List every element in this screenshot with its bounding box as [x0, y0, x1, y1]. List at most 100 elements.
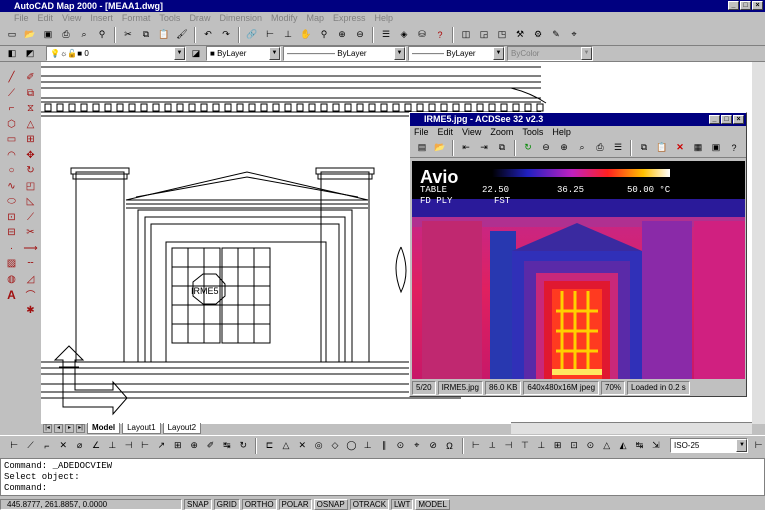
circle-icon[interactable]: ○ — [2, 163, 21, 179]
chamfer-icon[interactable]: ◿ — [21, 272, 40, 288]
osnap-perpendicular-icon[interactable]: ⊥ — [362, 438, 374, 454]
properties-icon[interactable]: ☰ — [378, 27, 394, 43]
last-tab-icon[interactable]: ▸| — [76, 423, 85, 433]
database-icon[interactable]: ⛁ — [414, 27, 430, 43]
model-toggle[interactable]: MODEL — [415, 498, 450, 510]
print-icon[interactable]: ⎙ — [58, 27, 74, 43]
menu-insert[interactable]: Insert — [90, 13, 113, 23]
aligned-dim-icon[interactable]: ⟋ — [24, 438, 36, 454]
make-current-icon[interactable]: ◪ — [188, 46, 204, 62]
pline-icon[interactable]: ⌐ — [2, 101, 21, 117]
zoom-fit-icon[interactable]: ⌕ — [574, 140, 590, 156]
ordinate-dim-icon[interactable]: ⌐ — [41, 438, 53, 454]
rotate-icon[interactable]: ↻ — [21, 163, 40, 179]
acdsee-close-button[interactable]: × — [733, 115, 744, 124]
ucs-icon[interactable]: ⊥ — [280, 27, 296, 43]
osnap-intersection-icon[interactable]: ✕ — [296, 438, 308, 454]
baseline-dim-icon[interactable]: ⊣ — [123, 438, 135, 454]
paste-icon[interactable]: 📋 — [654, 140, 670, 156]
help-icon[interactable]: ? — [432, 27, 448, 43]
match-properties-icon[interactable]: 🖌 — [174, 27, 190, 43]
coordinates-readout[interactable]: 445.8777, 261.8857, 0.0000 — [0, 498, 182, 510]
leader-icon[interactable]: ↗ — [155, 438, 167, 454]
dim-tool-8-icon[interactable]: ⊙ — [584, 438, 596, 454]
extend-icon[interactable]: ⟶ — [21, 241, 40, 257]
tracking-icon[interactable]: ⊢ — [262, 27, 278, 43]
open-icon[interactable]: 📂 — [432, 140, 448, 156]
menu-file[interactable]: File — [14, 13, 29, 23]
osnap-endpoint-icon[interactable]: ⊏ — [263, 438, 275, 454]
polar-toggle[interactable]: POLAR — [278, 498, 312, 510]
map-tool-6-icon[interactable]: ✎ — [548, 27, 564, 43]
zoom-realtime-icon[interactable]: ⚲ — [316, 27, 332, 43]
osnap-midpoint-icon[interactable]: △ — [280, 438, 292, 454]
rectangle-icon[interactable]: ▭ — [2, 132, 21, 148]
map-tool-3-icon[interactable]: ◳ — [494, 27, 510, 43]
command-window[interactable]: Command: _ADEDOCVIEW Select object: Comm… — [0, 458, 765, 496]
wallpaper-icon[interactable]: ▦ — [690, 140, 706, 156]
close-button[interactable]: × — [752, 1, 763, 10]
stretch-icon[interactable]: ◺ — [21, 194, 40, 210]
osnap-center-icon[interactable]: ◎ — [312, 438, 324, 454]
dim-tool-9-icon[interactable]: △ — [601, 438, 613, 454]
slideshow-icon[interactable]: ▣ — [708, 140, 724, 156]
quick-dim-icon[interactable]: ⊥ — [106, 438, 118, 454]
full-screen-icon[interactable]: ⧉ — [494, 140, 510, 156]
acdsee-menu-zoom[interactable]: Zoom — [490, 126, 513, 138]
new-icon[interactable]: ▭ — [4, 27, 20, 43]
find-icon[interactable]: ⚲ — [94, 27, 110, 43]
command-prompt[interactable]: Command: — [4, 483, 761, 494]
dim-tool-3-icon[interactable]: ⊣ — [502, 438, 514, 454]
minimize-button[interactable]: _ — [728, 1, 739, 10]
otrack-toggle[interactable]: OTRACK — [349, 498, 390, 510]
hyperlink-icon[interactable]: 🔗 — [244, 27, 260, 43]
help-icon[interactable]: ? — [726, 140, 742, 156]
zoom-window-icon[interactable]: ⊕ — [334, 27, 350, 43]
menu-view[interactable]: View — [62, 13, 81, 23]
dim-tool-12-icon[interactable]: ⇲ — [650, 438, 662, 454]
radius-dim-icon[interactable]: ✕ — [57, 438, 69, 454]
horizontal-scrollbar[interactable] — [511, 422, 752, 434]
map-tool-4-icon[interactable]: ⚒ — [512, 27, 528, 43]
osnap-none-icon[interactable]: ⊘ — [427, 438, 439, 454]
region-icon[interactable]: ◍ — [2, 272, 21, 288]
pan-icon[interactable]: ✋ — [298, 27, 314, 43]
dim-tool-5-icon[interactable]: ⊥ — [535, 438, 547, 454]
copy-object-icon[interactable]: ⧉ — [21, 86, 40, 102]
hatch-icon[interactable]: ▨ — [2, 256, 21, 272]
dim-tool-11-icon[interactable]: ↹ — [633, 438, 645, 454]
scale-icon[interactable]: ◰ — [21, 179, 40, 195]
dimstyle-combo[interactable]: ISO-25 ▼ — [670, 438, 749, 453]
dimstyle-manager-icon[interactable]: ⊢ — [752, 438, 764, 454]
erase-icon[interactable]: ✐ — [21, 70, 40, 86]
arc-icon[interactable]: ◠ — [2, 148, 21, 164]
osnap-settings-icon[interactable]: Ω — [443, 438, 455, 454]
menu-format[interactable]: Format — [122, 13, 151, 23]
map-tool-2-icon[interactable]: ◲ — [476, 27, 492, 43]
design-center-icon[interactable]: ◈ — [396, 27, 412, 43]
undo-icon[interactable]: ↶ — [200, 27, 216, 43]
open-icon[interactable]: 📂 — [22, 27, 38, 43]
acdsee-window[interactable]: IRME5.jpg - ACDSee 32 v2.3 _ □ × File Ed… — [409, 112, 747, 397]
make-block-icon[interactable]: ⊟ — [2, 225, 21, 241]
layer-prev-icon[interactable]: ◩ — [22, 46, 38, 62]
redo-icon[interactable]: ↷ — [218, 27, 234, 43]
osnap-parallel-icon[interactable]: ∥ — [378, 438, 390, 454]
layer-combo[interactable]: 💡☼🔓■ 0 ▼ — [46, 46, 186, 61]
vertical-scrollbar[interactable] — [752, 62, 765, 424]
ellipse-icon[interactable]: ⬭ — [2, 194, 21, 210]
prev-image-icon[interactable]: ⇤ — [458, 140, 474, 156]
preview-icon[interactable]: ⌕ — [76, 27, 92, 43]
osnap-tangent-icon[interactable]: ◯ — [345, 438, 357, 454]
spline-icon[interactable]: ∿ — [2, 179, 21, 195]
break-icon[interactable]: ╌ — [21, 256, 40, 272]
zoom-previous-icon[interactable]: ⊖ — [352, 27, 368, 43]
browse-icon[interactable]: ▤ — [414, 140, 430, 156]
zoom-in-icon[interactable]: ⊕ — [556, 140, 572, 156]
fillet-icon[interactable]: ⌒ — [21, 287, 40, 303]
next-image-icon[interactable]: ⇥ — [476, 140, 492, 156]
menu-dimension[interactable]: Dimension — [219, 13, 262, 23]
dim-tool-1-icon[interactable]: ⊢ — [470, 438, 482, 454]
acdsee-menu-edit[interactable]: Edit — [438, 126, 454, 138]
xline-icon[interactable]: ⟋ — [2, 86, 21, 102]
